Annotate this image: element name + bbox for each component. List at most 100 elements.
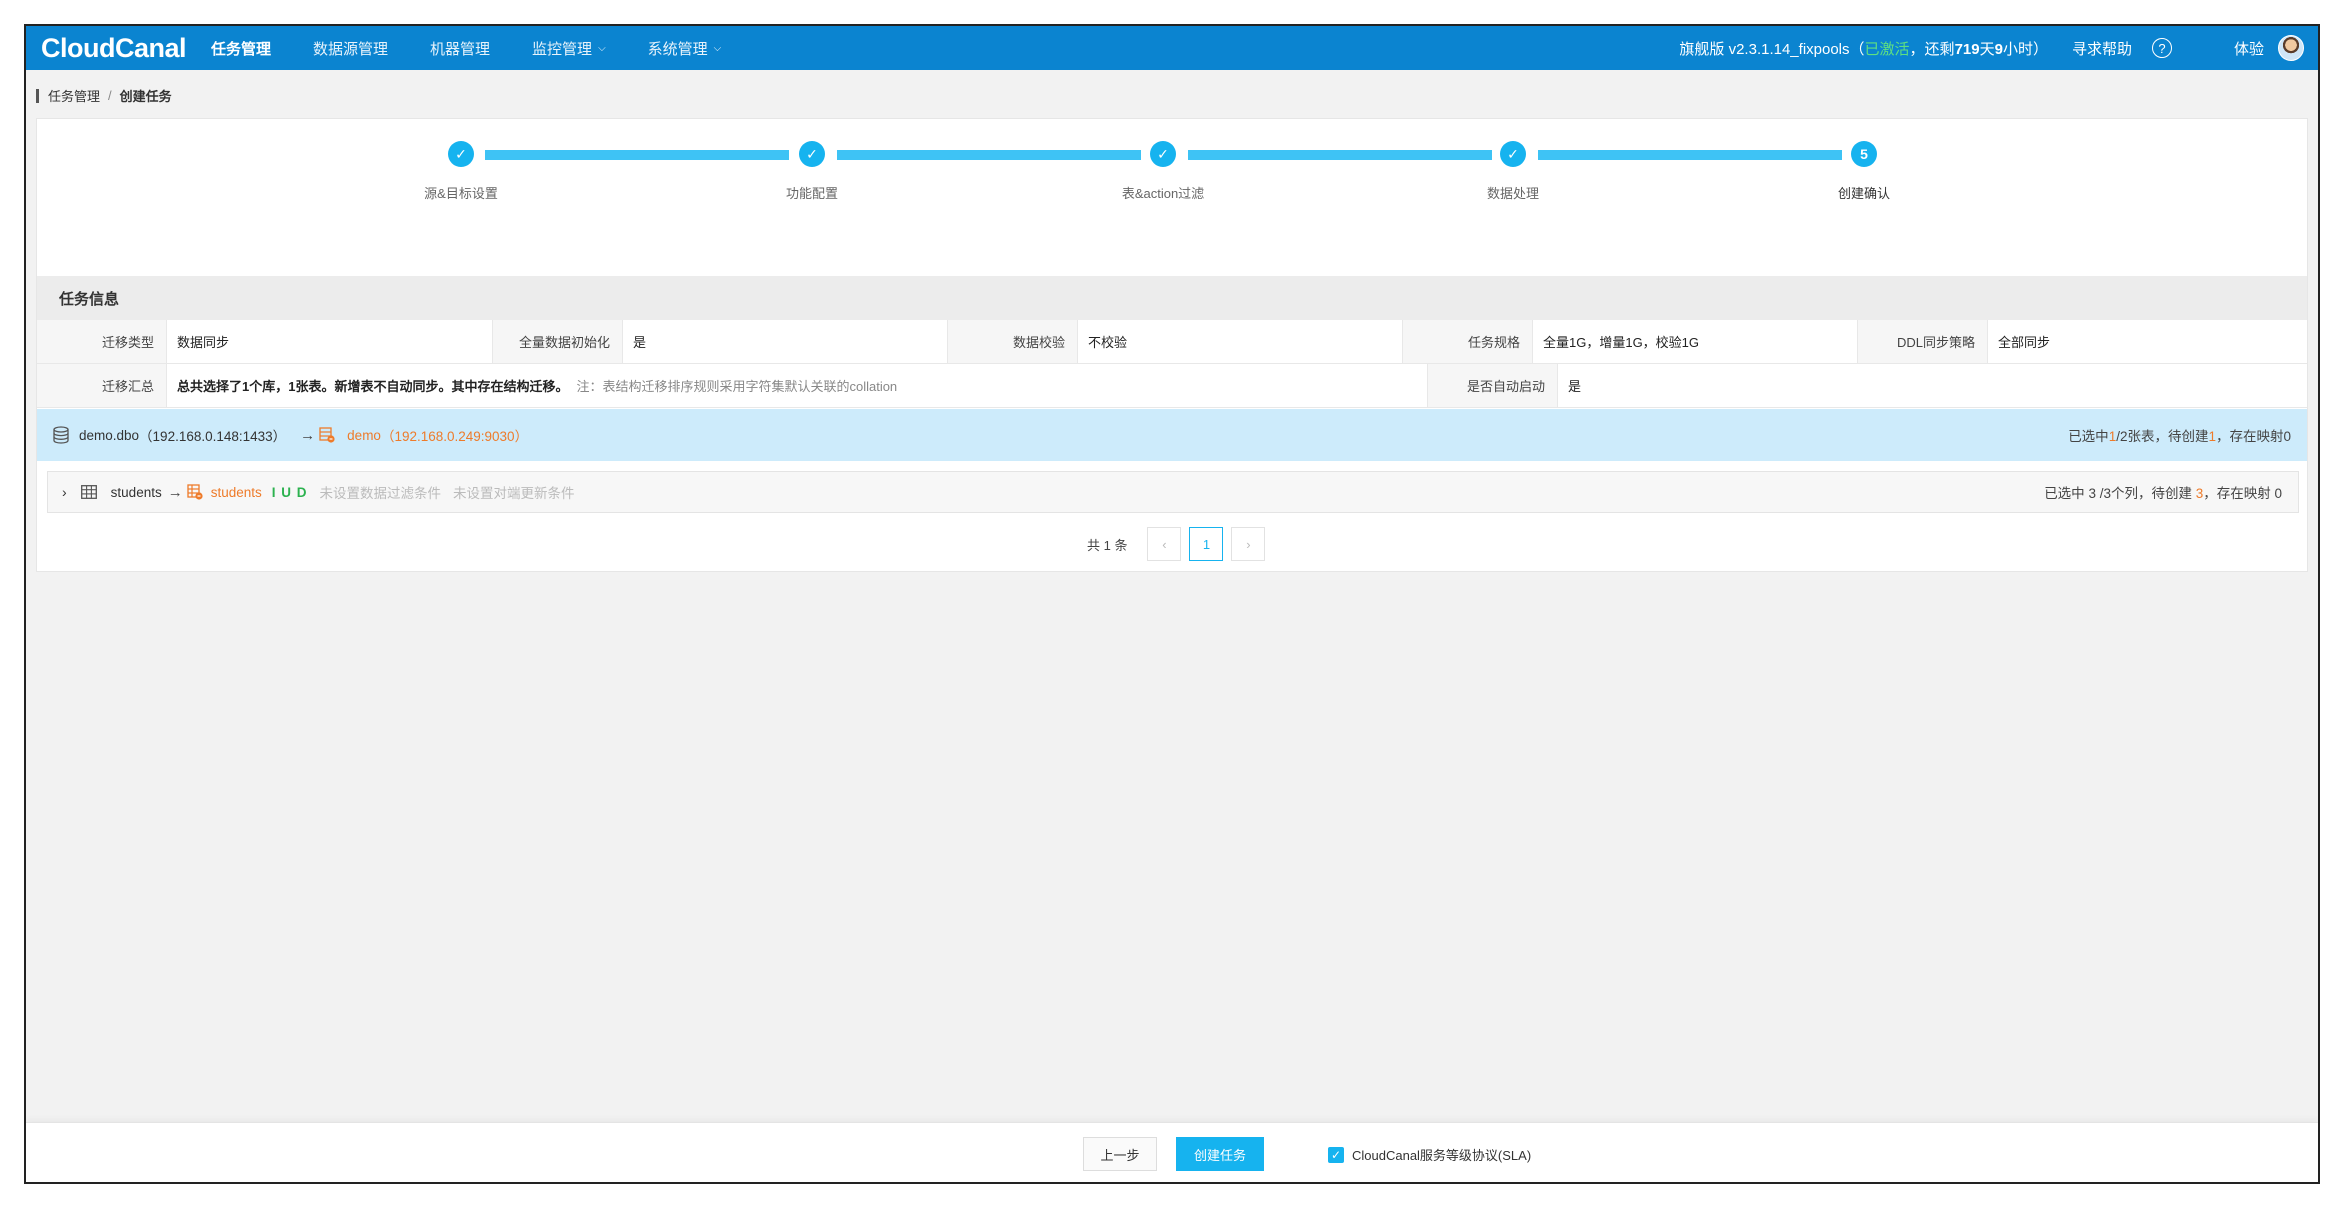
version-info: 旗舰版 v2.3.1.14_fixpools（已激活，还剩719天9小时） xyxy=(1679,38,2048,59)
next-page-button[interactable]: › xyxy=(1231,527,1266,561)
target-table-icon xyxy=(187,484,203,500)
logo[interactable]: CloudCanal xyxy=(41,33,211,64)
summary-suffix: ，存在映射 0 xyxy=(2203,486,2282,501)
day-unit: 天 xyxy=(1979,40,1995,58)
remaining-days: 719 xyxy=(1954,40,1980,58)
breadcrumb-marker xyxy=(36,88,39,103)
arrow-right-icon: → xyxy=(167,483,183,501)
step-done-check-icon: ✓ xyxy=(448,141,474,167)
breadcrumb-parent[interactable]: 任务管理 xyxy=(48,86,100,105)
full-init-label: 全量数据初始化 xyxy=(493,320,623,363)
auto-start-label: 是否自动启动 xyxy=(1428,364,1558,407)
prev-page-button[interactable]: ‹ xyxy=(1147,527,1182,561)
summary-mid: /2张表，待创建 xyxy=(2116,429,2209,444)
source-table-name: students xyxy=(110,484,162,500)
step-done-check-icon: ✓ xyxy=(1500,141,1526,167)
update-condition-link[interactable]: 未设置对端更新条件 xyxy=(453,482,575,502)
summary-value: 总共选择了1个库，1张表。新增表不自动同步。其中存在结构迁移。 注：表结构迁移排… xyxy=(167,364,1428,407)
data-check-value: 不校验 xyxy=(1078,320,1403,363)
action-badges[interactable]: I U D xyxy=(272,485,308,500)
task-spec-value: 全量1G，增量1G，校验1G xyxy=(1533,320,1858,363)
migration-type-value: 数据同步 xyxy=(167,320,493,363)
step-connector xyxy=(1188,150,1492,160)
step-label: 创建确认 xyxy=(1837,186,1891,201)
ddl-strategy-label: DDL同步策略 xyxy=(1858,320,1988,363)
target-db-address: （192.168.0.249:9030） xyxy=(380,429,529,444)
page-1-button[interactable]: 1 xyxy=(1189,527,1224,561)
column-selection-summary: 已选中 3 /3个列，待创建 3，存在映射 0 xyxy=(2044,482,2282,502)
to-create-count: 1 xyxy=(2208,429,2216,444)
source-db-name: demo.dbo xyxy=(79,427,140,443)
app-window: CloudCanal 任务管理 数据源管理 机器管理 监控管理 ⌵ 系统管理 ⌵ 旗… xyxy=(24,24,2320,1184)
nav-monitor-management[interactable]: 监控管理 ⌵ xyxy=(532,38,606,59)
prev-step-button[interactable]: 上一步 xyxy=(1083,1137,1157,1171)
help-icon[interactable]: ? xyxy=(2151,38,2172,58)
table-mapping-row[interactable]: › students → students I U D 未设置数据过滤条件 未设… xyxy=(47,471,2299,513)
version-text: 旗舰版 v2.3.1.14_fixpools xyxy=(1679,40,1850,58)
task-info-table: 迁移类型 数据同步 全量数据初始化 是 数据校验 不校验 任务规格 全量1G，增… xyxy=(37,320,2307,408)
arrow-right-icon: → xyxy=(300,426,316,444)
top-navbar: CloudCanal 任务管理 数据源管理 机器管理 监控管理 ⌵ 系统管理 ⌵ 旗… xyxy=(26,26,2318,70)
full-init-value: 是 xyxy=(623,320,948,363)
nav-label: 任务管理 xyxy=(211,40,272,58)
data-check-label: 数据校验 xyxy=(948,320,1078,363)
step-connector xyxy=(837,150,1141,160)
target-db-name: demo xyxy=(347,427,381,443)
nav-label: 监控管理 xyxy=(532,40,593,58)
step-connector xyxy=(1538,150,1842,160)
migration-type-label: 迁移类型 xyxy=(37,320,167,363)
auto-start-value: 是 xyxy=(1568,379,1582,394)
breadcrumb: 任务管理 / 创建任务 xyxy=(36,86,172,105)
chevron-down-icon: ⌵ xyxy=(598,42,606,54)
db-selection-summary: 已选中1/2张表，待创建1，存在映射0 xyxy=(2068,425,2291,445)
summary-note: 注：表结构迁移排序规则采用字符集默认关联的collation xyxy=(576,379,898,394)
breadcrumb-separator: / xyxy=(108,88,112,103)
summary-text: 总共选择了1个库，1张表。新增表不自动同步。其中存在结构迁移。 xyxy=(177,379,569,394)
avatar[interactable] xyxy=(2278,35,2304,61)
target-table-name: students xyxy=(210,484,262,500)
help-link[interactable]: 寻求帮助 xyxy=(2072,38,2132,59)
remaining-hours: 9 xyxy=(1994,40,2003,58)
ddl-strategy-value: 全部同步 xyxy=(1998,335,2051,350)
nav-system-management[interactable]: 系统管理 ⌵ xyxy=(648,38,722,59)
breadcrumb-current: 创建任务 xyxy=(119,89,172,104)
summary-label: 迁移汇总 xyxy=(37,364,167,407)
table-icon xyxy=(80,485,97,499)
create-task-button[interactable]: 创建任务 xyxy=(1176,1137,1264,1171)
nav-task-management[interactable]: 任务管理 xyxy=(211,38,271,59)
nav-machine-management[interactable]: 机器管理 xyxy=(430,38,490,59)
target-database-icon xyxy=(319,427,335,443)
summary-prefix: 已选中 3 /3个列，待创建 xyxy=(2044,486,2196,501)
license-status: 已激活 xyxy=(1864,40,1910,58)
step-label: 功能配置 xyxy=(785,186,839,201)
source-db-address: （192.168.0.148:1433） xyxy=(139,429,287,444)
nav-label: 系统管理 xyxy=(647,40,708,58)
info-row: 迁移类型 数据同步 全量数据初始化 是 数据校验 不校验 任务规格 全量1G，增… xyxy=(37,320,2307,364)
section-title: 任务信息 xyxy=(37,276,2307,320)
summary-prefix: 已选中 xyxy=(2068,429,2109,444)
summary-suffix: ，存在映射0 xyxy=(2215,429,2291,444)
step-label: 表&action过滤 xyxy=(1121,186,1205,201)
sla-checkbox[interactable]: ✓ xyxy=(1328,1146,1344,1163)
db-mapping-row[interactable]: demo.dbo （192.168.0.148:1433） → demo （19… xyxy=(37,409,2307,461)
data-filter-link[interactable]: 未设置数据过滤条件 xyxy=(320,482,442,502)
chevron-right-icon[interactable]: › xyxy=(62,484,67,500)
nav-datasource-management[interactable]: 数据源管理 xyxy=(313,38,388,59)
info-row: 迁移汇总 总共选择了1个库，1张表。新增表不自动同步。其中存在结构迁移。 注：表… xyxy=(37,364,2307,408)
pagination-total: 共 1 条 xyxy=(1087,537,1128,553)
step-connector xyxy=(485,150,789,160)
step-label: 源&目标设置 xyxy=(424,186,498,201)
version-paren: （ xyxy=(1849,40,1865,58)
pagination: 共 1 条 ‹ 1 › xyxy=(1087,527,1266,561)
sla-agreement[interactable]: ✓ CloudCanal服务等级协议(SLA) xyxy=(1328,1145,1531,1164)
step-label: 数据处理 xyxy=(1486,186,1540,201)
database-icon xyxy=(53,426,69,444)
user-name[interactable]: 体验 xyxy=(2234,38,2264,59)
main-card: ✓ ✓ ✓ ✓ 5 源&目标设置 功能配置 表&action过滤 数据处理 创建… xyxy=(36,118,2308,572)
task-spec-label: 任务规格 xyxy=(1403,320,1533,363)
remaining-prefix: ，还剩 xyxy=(1909,40,1955,58)
step-current-number: 5 xyxy=(1851,141,1877,167)
step-done-check-icon: ✓ xyxy=(1150,141,1176,167)
footer-bar: 上一步 创建任务 ✓ CloudCanal服务等级协议(SLA) xyxy=(26,1122,2318,1182)
sla-label[interactable]: CloudCanal服务等级协议(SLA) xyxy=(1352,1145,1531,1164)
